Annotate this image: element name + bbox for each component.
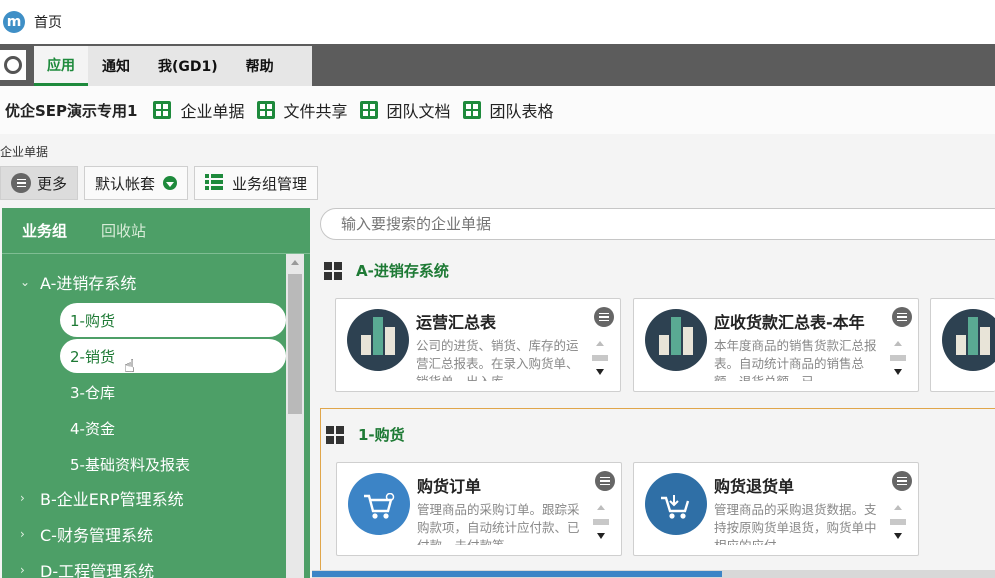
tree-group-c[interactable]: › C-财务管理系统 xyxy=(20,522,153,546)
menu-tab-apps[interactable]: 应用 xyxy=(34,46,88,86)
card-menu-icon[interactable] xyxy=(892,471,912,491)
tree-group-label: D-工程管理系统 xyxy=(40,562,155,578)
apps-grid-icon xyxy=(462,101,481,119)
group-manage-button[interactable]: 业务组管理 xyxy=(194,166,319,200)
chevron-right-icon: › xyxy=(20,563,25,577)
card-description: 公司的进货、销货、库存的运营汇总报表。在录入购货单、销货单、出入库 xyxy=(416,338,579,381)
app-logo-icon: m xyxy=(3,11,25,33)
apps-grid-icon xyxy=(359,101,378,119)
hand-cursor-icon: ☝ xyxy=(124,356,135,377)
card-title: 运营汇总表 xyxy=(416,313,497,332)
card-scroll[interactable] xyxy=(890,503,906,545)
card-scroll[interactable] xyxy=(592,339,608,381)
cart-return-icon xyxy=(645,473,707,535)
tree-item-basic-data[interactable]: 5-基础资料及报表 xyxy=(60,447,286,481)
tree-item-warehouse[interactable]: 3-仓库 xyxy=(60,375,286,409)
card-description: 管理商品的采购退货数据。支持按原购货单退货，购货单中相应的应付 xyxy=(714,502,877,545)
tree-group-label: A-进销存系统 xyxy=(40,274,137,293)
group-header-a: A-进销存系统 xyxy=(324,260,449,281)
doc-card-receivables[interactable]: 应收货款汇总表-本年 本年度商品的销售货款汇总报表。自动统计商品的销售总额、退货… xyxy=(633,298,919,392)
group-header-label: A-进销存系统 xyxy=(356,262,449,280)
more-label: 更多 xyxy=(37,174,68,193)
quick-bar: 优企SEP演示专用1 企业单据 文件共享 团队文档 团队表格 xyxy=(0,86,995,134)
card-menu-icon[interactable] xyxy=(595,471,615,491)
group-manage-label: 业务组管理 xyxy=(232,174,308,193)
card-scroll[interactable] xyxy=(890,339,906,381)
bar-chart-icon xyxy=(645,309,707,371)
card-description: 管理商品的采购订单。跟踪采购款项，自动统计应付款、已付款、未付款等 xyxy=(417,502,580,545)
chevron-right-icon: › xyxy=(20,527,25,541)
account-set-label: 默认帐套 xyxy=(95,174,156,193)
menu-tabs: 应用 通知 我(GD1) 帮助 xyxy=(34,46,312,86)
card-menu-icon[interactable] xyxy=(594,307,614,327)
quick-item-team-sheets[interactable]: 团队表格 xyxy=(462,98,554,122)
tree-group-label: B-企业ERP管理系统 xyxy=(40,490,184,509)
menu-icon xyxy=(11,173,31,193)
quick-item-documents[interactable]: 企业单据 xyxy=(153,98,245,122)
card-menu-icon[interactable] xyxy=(892,307,912,327)
quick-item-label: 企业单据 xyxy=(180,102,245,121)
apps-grid-icon xyxy=(153,101,172,119)
tab-recycle-bin[interactable]: 回收站 xyxy=(101,220,146,241)
group-header-label: 1-购货 xyxy=(358,426,405,444)
quick-item-label: 团队表格 xyxy=(489,102,554,121)
window-title: 首页 xyxy=(34,15,62,31)
list-icon xyxy=(205,174,224,192)
scrollbar-thumb[interactable] xyxy=(288,274,302,414)
bar-chart-icon xyxy=(942,309,995,371)
menu-bar: 应用 通知 我(GD1) 帮助 xyxy=(0,44,995,86)
toolbar: 更多 默认帐套 业务组管理 xyxy=(0,166,324,200)
tree-group-b[interactable]: › B-企业ERP管理系统 xyxy=(20,486,184,510)
sidebar: 业务组 回收站 ⌄ A-进销存系统 1-购货 2-销货 3-仓库 4-资金 5-… xyxy=(2,208,310,578)
horizontal-scrollbar[interactable] xyxy=(312,570,995,578)
quick-item-file-share[interactable]: 文件共享 xyxy=(256,98,348,122)
shopping-cart-icon xyxy=(348,473,410,535)
home-logo-icon[interactable] xyxy=(0,50,26,80)
title-bar: m 首页 xyxy=(0,0,995,44)
card-description: 本年度商品的销售货款汇总报表。自动统计商品的销售总额、退货总额、已 xyxy=(714,338,877,381)
menu-tab-me[interactable]: 我(GD1) xyxy=(144,46,232,86)
scroll-up-icon[interactable] xyxy=(291,260,299,265)
doc-card-ops-summary[interactable]: 运营汇总表 公司的进货、销货、库存的运营汇总报表。在录入购货单、销货单、出入库 xyxy=(335,298,621,392)
card-scroll[interactable] xyxy=(593,503,609,545)
quick-item-team-docs[interactable]: 团队文档 xyxy=(359,98,451,122)
card-title: 购货订单 xyxy=(417,477,482,496)
doc-card-purchase-return[interactable]: 购货退货单 管理商品的采购退货数据。支持按原购货单退货，购货单中相应的应付 xyxy=(633,462,919,556)
sidebar-scrollbar[interactable] xyxy=(286,254,304,578)
scrollbar-thumb[interactable] xyxy=(312,571,722,577)
tree-group-a[interactable]: ⌄ A-进销存系统 xyxy=(20,270,136,294)
apps-grid-icon xyxy=(256,101,275,119)
chevron-down-icon xyxy=(163,176,178,190)
more-button[interactable]: 更多 xyxy=(0,166,79,200)
grid-icon xyxy=(326,425,344,444)
tree-item-purchase[interactable]: 1-购货 xyxy=(60,303,286,337)
group-header-purchase: 1-购货 xyxy=(326,424,405,445)
tree-group-d[interactable]: › D-工程管理系统 xyxy=(20,558,154,578)
menu-tab-notifications[interactable]: 通知 xyxy=(88,46,144,86)
chevron-down-icon: ⌄ xyxy=(20,275,31,289)
card-title: 购货退货单 xyxy=(714,477,795,496)
quick-item-label: 团队文档 xyxy=(386,102,451,121)
doc-card-purchase-order[interactable]: 购货订单 管理商品的采购订单。跟踪采购款项，自动统计应付款、已付款、未付款等 xyxy=(336,462,622,556)
section-label: 企业单据 xyxy=(0,145,49,159)
sidebar-tabs: 业务组 回收站 xyxy=(2,208,310,254)
tree-group-label: C-财务管理系统 xyxy=(40,526,153,545)
account-set-dropdown[interactable]: 默认帐套 xyxy=(84,166,189,200)
search-input[interactable] xyxy=(320,208,995,240)
card-title: 应收货款汇总表-本年 xyxy=(714,313,865,332)
tree-item-funds[interactable]: 4-资金 xyxy=(60,411,286,445)
doc-card-partial[interactable] xyxy=(930,298,995,392)
tab-business-groups[interactable]: 业务组 xyxy=(22,220,67,241)
grid-icon xyxy=(324,261,342,280)
menu-tab-help[interactable]: 帮助 xyxy=(232,46,288,86)
quick-item-label: 文件共享 xyxy=(283,102,348,121)
bar-chart-icon xyxy=(347,309,409,371)
chevron-right-icon: › xyxy=(20,491,25,505)
tree-item-sales[interactable]: 2-销货 xyxy=(60,339,286,373)
company-name: 优企SEP演示专用1 xyxy=(5,101,138,120)
